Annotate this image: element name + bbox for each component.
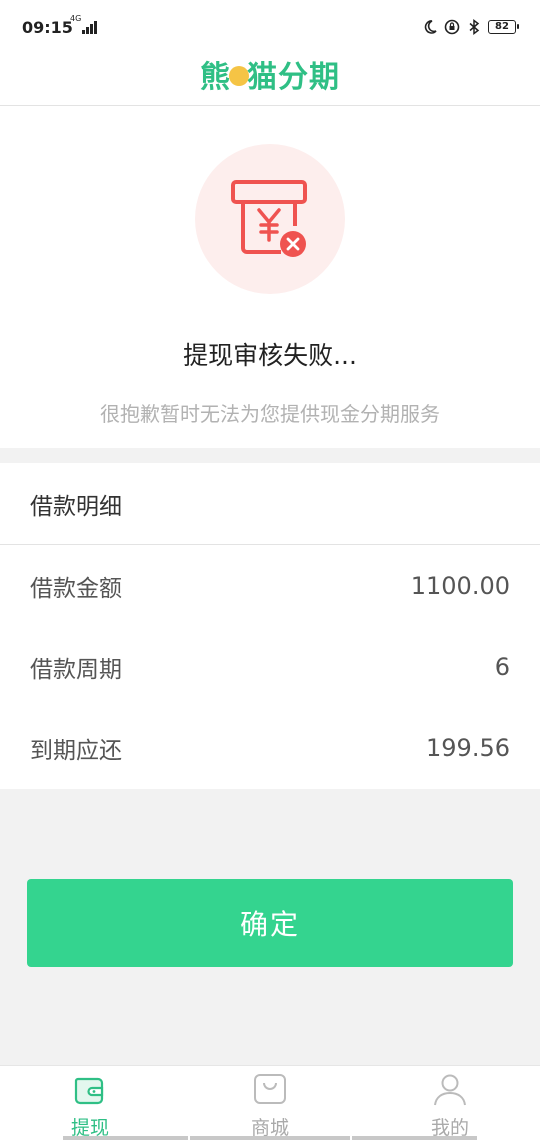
home-indicator xyxy=(63,1136,188,1140)
logo-text-3: 分期 xyxy=(278,60,340,95)
receipt-yen-fail-icon xyxy=(231,180,307,257)
tab-me[interactable]: 我的 xyxy=(360,1066,540,1140)
home-indicator xyxy=(352,1136,477,1140)
status-icons: 82 xyxy=(422,18,519,36)
app-header: 熊猫分期 xyxy=(0,52,540,106)
bluetooth-icon xyxy=(469,19,480,35)
detail-value: 1100.00 xyxy=(410,571,510,600)
detail-value: 6 xyxy=(494,652,510,681)
coin-icon xyxy=(229,65,249,86)
result-description: 很抱歉暂时无法为您提供现金分期服务 xyxy=(100,402,440,426)
network-type: 4G xyxy=(70,14,82,23)
home-indicator xyxy=(190,1136,350,1140)
result-title: 提现审核失败... xyxy=(183,341,357,370)
tab-withdraw[interactable]: 提现 xyxy=(0,1066,180,1140)
detail-row-period: 借款周期 6 xyxy=(0,626,540,707)
detail-label: 借款周期 xyxy=(30,656,122,683)
logo-text-2: 猫 xyxy=(247,60,278,95)
tab-mall[interactable]: 商城 xyxy=(180,1066,360,1140)
logo-text-1: 熊 xyxy=(200,60,231,95)
moon-icon xyxy=(424,20,437,34)
shopping-bag-icon xyxy=(254,1074,286,1104)
details-header: 借款明细 xyxy=(0,463,540,545)
signal-icon xyxy=(82,20,98,34)
bottom-tab-bar: 提现 商城 我的 xyxy=(0,1065,540,1140)
detail-row-amount: 借款金额 1100.00 xyxy=(0,545,540,626)
detail-label: 到期应还 xyxy=(30,737,122,764)
result-panel: 提现审核失败... 很抱歉暂时无法为您提供现金分期服务 xyxy=(0,106,540,448)
result-icon-circle xyxy=(195,144,345,294)
detail-row-due: 到期应还 199.56 xyxy=(0,707,540,788)
detail-label: 借款金额 xyxy=(30,575,122,602)
battery-icon: 82 xyxy=(488,20,519,34)
wallet-icon xyxy=(74,1077,104,1105)
detail-value: 199.56 xyxy=(426,733,510,762)
alarm-lock-icon xyxy=(444,19,460,35)
user-icon xyxy=(434,1074,466,1106)
status-time: 09:15 xyxy=(22,18,73,37)
status-bar: 09:15 4G 82 xyxy=(0,0,540,52)
loan-details: 借款明细 借款金额 1100.00 借款周期 6 到期应还 199.56 xyxy=(0,463,540,789)
confirm-button[interactable]: 确定 xyxy=(27,879,513,967)
app-logo: 熊猫分期 xyxy=(0,52,540,95)
